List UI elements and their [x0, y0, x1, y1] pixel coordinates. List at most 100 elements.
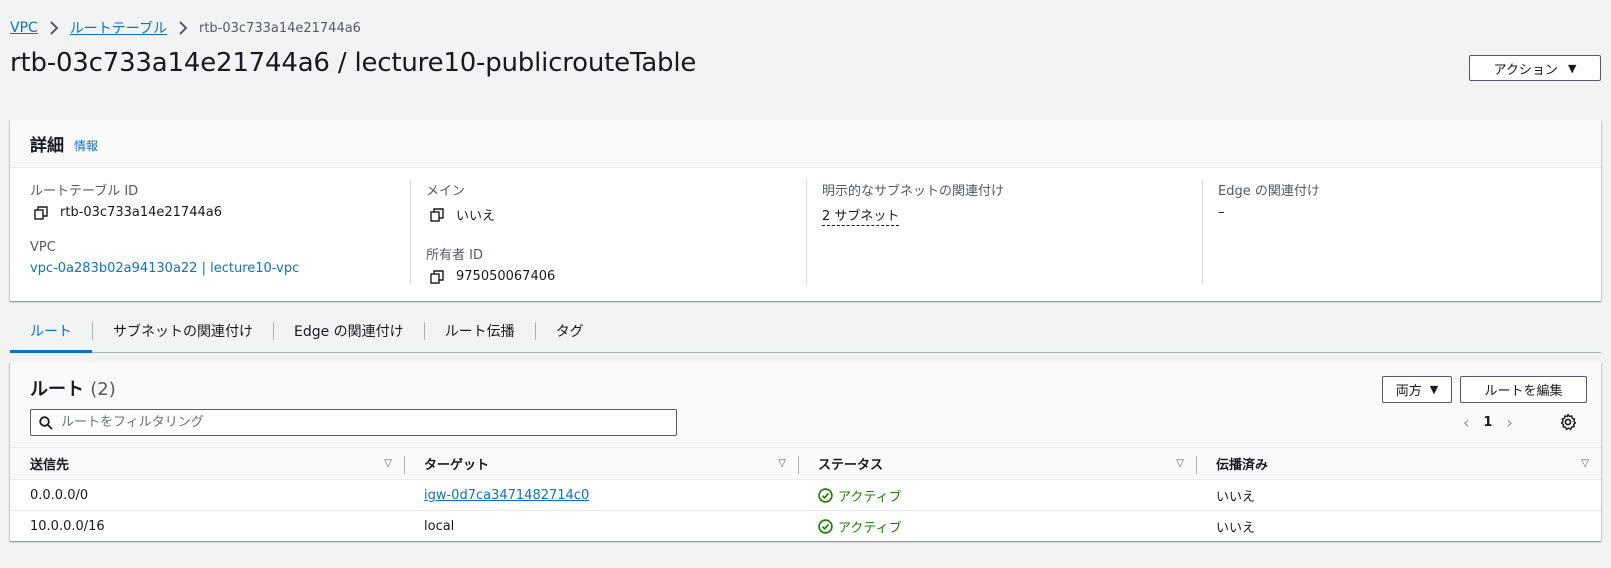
column-divider — [806, 180, 807, 284]
propagated-cell: いいえ — [1196, 479, 1601, 511]
sort-caret-icon[interactable]: ▽ — [1581, 458, 1589, 469]
details-column-4: Edge の関連付け – — [1218, 180, 1578, 290]
subnet-count-link[interactable]: 2 サブネット — [822, 205, 900, 226]
route-table-id-text: rtb-03c733a14e21744a6 — [60, 205, 222, 220]
main-value-text: いいえ — [456, 209, 496, 224]
status-badge: アクティブ — [818, 486, 1196, 505]
propagated-cell: いいえ — [1216, 520, 1256, 536]
tab-subnet-associations[interactable]: サブネットの関連付け — [93, 310, 273, 352]
info-link[interactable]: 情報 — [74, 137, 98, 154]
page-title: rtb-03c733a14e21744a6 / lecture10-public… — [10, 48, 697, 78]
routes-filter-box[interactable] — [30, 409, 677, 436]
status-cell: アクティブ — [798, 479, 1196, 511]
destination-cell: 10.0.0.0/16 — [30, 518, 105, 534]
caret-down-icon: ▼ — [1429, 383, 1439, 396]
target-cell: igw-0d7ca3471482714c0 — [404, 479, 798, 511]
edge-assoc-value: – — [1218, 205, 1225, 220]
tab-routes[interactable]: ルート — [10, 310, 92, 353]
tab-edge-associations[interactable]: Edge の関連付け — [274, 310, 424, 352]
column-divider — [404, 456, 405, 474]
actions-button[interactable]: アクション ▼ — [1469, 55, 1601, 81]
column-divider — [1196, 456, 1197, 474]
vpc-link[interactable]: vpc-0a283b02a94130a22 | lecture10-vpc — [30, 261, 299, 276]
table-row[interactable]: 0.0.0.0/0 igw-0d7ca3471482714c0 アクティブ いい… — [10, 479, 1601, 511]
owner-id-text: 975050067406 — [456, 269, 556, 284]
owner-id-value: 975050067406 — [426, 269, 786, 284]
actions-button-label: アクション — [1493, 62, 1558, 78]
next-page-icon[interactable]: › — [1506, 413, 1512, 432]
route-table-id-value: rtb-03c733a14e21744a6 — [30, 205, 390, 220]
previous-page-icon[interactable]: ‹ — [1463, 413, 1469, 432]
details-column-3: 明示的なサブネットの関連付け 2 サブネット — [822, 180, 1182, 290]
column-header-destination[interactable]: 送信先 ▽ — [10, 447, 404, 480]
tab-tags[interactable]: タグ — [536, 310, 604, 352]
check-circle-icon — [818, 519, 833, 534]
chevron-right-icon — [49, 21, 59, 35]
details-title: 詳細 — [30, 136, 64, 156]
copy-icon[interactable] — [430, 269, 444, 284]
breadcrumb-vpc-link[interactable]: VPC — [10, 20, 38, 36]
details-column-1: ルートテーブル ID rtb-03c733a14e21744a6 VPC vpc… — [30, 180, 390, 290]
edge-assoc-label: Edge の関連付け — [1218, 184, 1320, 199]
column-divider — [798, 456, 799, 474]
direction-select-value: 両方 — [1395, 384, 1422, 399]
routes-header: ルート (2) 両方 ▼ ルートを編集 ‹ 1 › — [10, 362, 1601, 447]
routes-title-text: ルート — [30, 379, 84, 400]
breadcrumb: VPC ルートテーブル rtb-03c733a14e21744a6 — [10, 18, 361, 38]
main-value: いいえ — [426, 205, 786, 224]
routes-title: ルート (2) — [30, 375, 116, 401]
explicit-subnet-value: 2 サブネット — [822, 205, 1182, 226]
details-panel: 詳細 情報 ルートテーブル ID rtb-03c733a14e21744a6 V… — [10, 120, 1601, 301]
column-header-propagated[interactable]: 伝播済み ▽ — [1196, 447, 1601, 480]
routes-filter-input[interactable] — [61, 415, 661, 430]
breadcrumb-route-tables-link[interactable]: ルートテーブル — [70, 18, 167, 38]
column-header-label: ターゲット — [424, 458, 490, 473]
main-label: メイン — [426, 184, 466, 199]
sort-caret-icon[interactable]: ▽ — [1176, 458, 1184, 469]
details-grid: ルートテーブル ID rtb-03c733a14e21744a6 VPC vpc… — [10, 168, 1601, 301]
gear-icon[interactable] — [1559, 413, 1577, 431]
tab-bar: ルート サブネットの関連付け Edge の関連付け ルート伝播 タグ — [10, 310, 1601, 353]
copy-icon[interactable] — [34, 205, 48, 220]
destination-cell: 0.0.0.0/0 — [10, 479, 404, 511]
routes-panel: ルート (2) 両方 ▼ ルートを編集 ‹ 1 › — [10, 362, 1601, 541]
column-header-label: ステータス — [818, 458, 884, 473]
target-cell: local — [424, 518, 455, 534]
direction-select[interactable]: 両方 ▼ — [1382, 376, 1452, 403]
check-circle-icon — [818, 487, 833, 503]
details-column-2: メイン いいえ 所有者 ID 975050067406 — [426, 180, 786, 290]
column-header-status[interactable]: ステータス ▽ — [798, 447, 1196, 480]
routes-table: 送信先 ▽ ターゲット ▽ ステータス ▽ 伝播済み ▽ 0.0.0.0/0 i… — [10, 447, 1601, 542]
column-header-label: 送信先 — [30, 458, 70, 473]
vpc-label: VPC — [30, 240, 56, 255]
owner-id-label: 所有者 ID — [426, 248, 483, 263]
sort-caret-icon[interactable]: ▽ — [384, 458, 392, 469]
status-text: アクティブ — [838, 520, 902, 536]
table-row[interactable]: 10.0.0.0/16 local アクティブ いいえ — [10, 511, 1601, 542]
column-header-target[interactable]: ターゲット ▽ — [404, 447, 798, 480]
pagination: ‹ 1 › — [1463, 413, 1513, 432]
details-panel-header: 詳細 情報 — [10, 120, 1601, 168]
routes-table-header-row: 送信先 ▽ ターゲット ▽ ステータス ▽ 伝播済み ▽ — [10, 447, 1601, 480]
route-table-id-label: ルートテーブル ID — [30, 184, 139, 199]
search-icon — [39, 415, 53, 430]
page-number[interactable]: 1 — [1483, 415, 1492, 430]
column-divider — [410, 180, 411, 284]
vpc-value: vpc-0a283b02a94130a22 | lecture10-vpc — [30, 261, 390, 276]
status-text: アクティブ — [838, 489, 902, 505]
status-badge: アクティブ — [818, 517, 1196, 536]
tab-route-propagation[interactable]: ルート伝播 — [425, 310, 535, 352]
column-header-label: 伝播済み — [1216, 458, 1269, 473]
edit-routes-button[interactable]: ルートを編集 — [1460, 376, 1587, 403]
chevron-right-icon — [178, 21, 188, 35]
edit-routes-button-label: ルートを編集 — [1484, 384, 1563, 399]
status-cell: アクティブ — [798, 511, 1196, 542]
target-link[interactable]: igw-0d7ca3471482714c0 — [424, 488, 589, 503]
breadcrumb-current: rtb-03c733a14e21744a6 — [198, 20, 361, 36]
sort-caret-icon[interactable]: ▽ — [778, 458, 786, 469]
column-divider — [1202, 180, 1203, 284]
explicit-subnet-label: 明示的なサブネットの関連付け — [822, 184, 1005, 199]
routes-count: (2) — [90, 379, 116, 400]
copy-icon[interactable] — [430, 207, 444, 222]
caret-down-icon: ▼ — [1567, 61, 1577, 75]
